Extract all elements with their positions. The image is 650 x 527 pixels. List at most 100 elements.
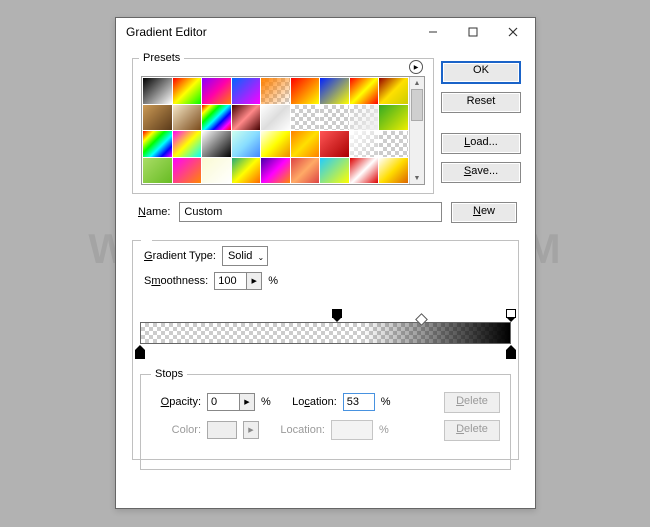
preset-swatch[interactable] bbox=[320, 78, 349, 104]
scroll-down-icon[interactable]: ▼ bbox=[410, 172, 424, 184]
presets-label: Presets bbox=[139, 52, 184, 64]
preset-swatch[interactable] bbox=[379, 131, 408, 157]
preset-swatch[interactable] bbox=[143, 158, 172, 184]
opacity-input[interactable] bbox=[207, 393, 239, 411]
preset-swatch[interactable] bbox=[320, 158, 349, 184]
preset-swatches bbox=[142, 77, 409, 184]
save-button[interactable]: Save... bbox=[441, 162, 521, 183]
opacity-label: Opacity: bbox=[151, 396, 201, 408]
preset-swatch[interactable] bbox=[261, 158, 290, 184]
close-button[interactable] bbox=[493, 18, 533, 46]
opacity-location-input[interactable] bbox=[343, 393, 375, 411]
color-stop-row: Color: ▶ Location: % Delete bbox=[151, 416, 500, 444]
gradient-ramp bbox=[140, 306, 511, 362]
stops-group: Stops Opacity: ▶ % Location: % Delete Co… bbox=[140, 368, 511, 470]
delete-opacity-stop-button[interactable]: Delete bbox=[444, 392, 500, 413]
gradient-editor-dialog: Gradient Editor Presets ▶ ▲ ▼ bbox=[115, 17, 536, 509]
presets-panel: ▲ ▼ bbox=[141, 76, 425, 185]
chevron-down-icon: ⌄ bbox=[257, 253, 264, 262]
color-stop-handle[interactable] bbox=[135, 345, 145, 355]
spinner-arrow-icon[interactable]: ▶ bbox=[246, 272, 262, 290]
location-label: Location: bbox=[277, 396, 337, 408]
minimize-button[interactable] bbox=[413, 18, 453, 46]
preset-swatch[interactable] bbox=[202, 105, 231, 131]
gradient-type-label: Gradient Type: bbox=[144, 250, 216, 262]
preset-swatch[interactable] bbox=[379, 78, 408, 104]
new-button[interactable]: New bbox=[451, 202, 517, 223]
name-row: Name: New bbox=[138, 202, 517, 222]
preset-swatch[interactable] bbox=[173, 105, 202, 131]
percent-label: % bbox=[381, 396, 391, 408]
preset-swatch[interactable] bbox=[350, 158, 379, 184]
preset-swatch[interactable] bbox=[143, 78, 172, 104]
smoothness-input[interactable] bbox=[214, 272, 246, 290]
preset-swatch[interactable] bbox=[143, 105, 172, 131]
name-input[interactable] bbox=[179, 202, 442, 222]
presets-scrollbar[interactable]: ▲ ▼ bbox=[409, 77, 424, 184]
presets-group: Presets ▶ ▲ ▼ bbox=[132, 52, 434, 194]
location-label: Location: bbox=[265, 424, 325, 436]
opacity-stop-handle[interactable] bbox=[506, 309, 516, 319]
window-title: Gradient Editor bbox=[126, 25, 413, 39]
gradient-preview bbox=[141, 323, 510, 343]
presets-menu-icon[interactable]: ▶ bbox=[409, 60, 423, 74]
preset-swatch[interactable] bbox=[261, 105, 290, 131]
preset-swatch[interactable] bbox=[143, 131, 172, 157]
gradient-type-row: Gradient Type: Solid ⌄ bbox=[144, 246, 268, 266]
gradient-type-value: Solid bbox=[228, 250, 252, 262]
dialog-buttons: OK Reset Load... Save... bbox=[441, 61, 521, 183]
close-icon bbox=[508, 27, 518, 37]
preset-swatch[interactable] bbox=[350, 105, 379, 131]
preset-swatch[interactable] bbox=[350, 78, 379, 104]
color-picker-arrow-icon: ▶ bbox=[243, 421, 259, 439]
color-swatch bbox=[207, 421, 237, 439]
color-stop-handle[interactable] bbox=[506, 345, 516, 355]
minimize-icon bbox=[428, 27, 438, 37]
opacity-stop-handle[interactable] bbox=[332, 309, 342, 319]
scroll-up-icon[interactable]: ▲ bbox=[410, 77, 424, 89]
preset-swatch[interactable] bbox=[291, 78, 320, 104]
percent-label: % bbox=[261, 396, 271, 408]
preset-swatch[interactable] bbox=[291, 158, 320, 184]
preset-swatch[interactable] bbox=[350, 131, 379, 157]
opacity-location-spinner[interactable] bbox=[343, 393, 375, 411]
scroll-thumb[interactable] bbox=[411, 89, 423, 121]
opacity-stop-row: Opacity: ▶ % Location: % Delete bbox=[151, 388, 500, 416]
preset-swatch[interactable] bbox=[320, 131, 349, 157]
preset-swatch[interactable] bbox=[232, 78, 261, 104]
spinner-arrow-icon[interactable]: ▶ bbox=[239, 393, 255, 411]
preset-swatch[interactable] bbox=[232, 131, 261, 157]
name-label: Name: bbox=[138, 206, 170, 218]
preset-swatch[interactable] bbox=[202, 78, 231, 104]
gradient-type-select[interactable]: Solid ⌄ bbox=[222, 246, 268, 266]
preset-swatch[interactable] bbox=[320, 105, 349, 131]
load-button[interactable]: Load... bbox=[441, 133, 521, 154]
maximize-button[interactable] bbox=[453, 18, 493, 46]
preset-swatch[interactable] bbox=[379, 158, 408, 184]
preset-swatch[interactable] bbox=[232, 105, 261, 131]
percent-label: % bbox=[268, 275, 278, 287]
preset-swatch[interactable] bbox=[173, 78, 202, 104]
preset-swatch[interactable] bbox=[202, 131, 231, 157]
ok-button[interactable]: OK bbox=[441, 61, 521, 84]
preset-swatch[interactable] bbox=[173, 158, 202, 184]
smoothness-spinner[interactable]: ▶ bbox=[214, 272, 262, 290]
preset-swatch[interactable] bbox=[173, 131, 202, 157]
preset-swatch[interactable] bbox=[232, 158, 261, 184]
preset-swatch[interactable] bbox=[202, 158, 231, 184]
maximize-icon bbox=[468, 27, 478, 37]
reset-button[interactable]: Reset bbox=[441, 92, 521, 113]
gradient-bar[interactable] bbox=[140, 322, 511, 344]
opacity-spinner[interactable]: ▶ bbox=[207, 393, 255, 411]
preset-swatch[interactable] bbox=[379, 105, 408, 131]
preset-swatch[interactable] bbox=[291, 131, 320, 157]
stops-label: Stops bbox=[151, 368, 187, 380]
delete-color-stop-button: Delete bbox=[444, 420, 500, 441]
preset-swatch[interactable] bbox=[261, 78, 290, 104]
color-label: Color: bbox=[151, 424, 201, 436]
color-location-input bbox=[331, 420, 373, 440]
preset-swatch[interactable] bbox=[261, 131, 290, 157]
percent-label: % bbox=[379, 424, 389, 436]
preset-swatch[interactable] bbox=[291, 105, 320, 131]
title-bar: Gradient Editor bbox=[116, 18, 535, 46]
